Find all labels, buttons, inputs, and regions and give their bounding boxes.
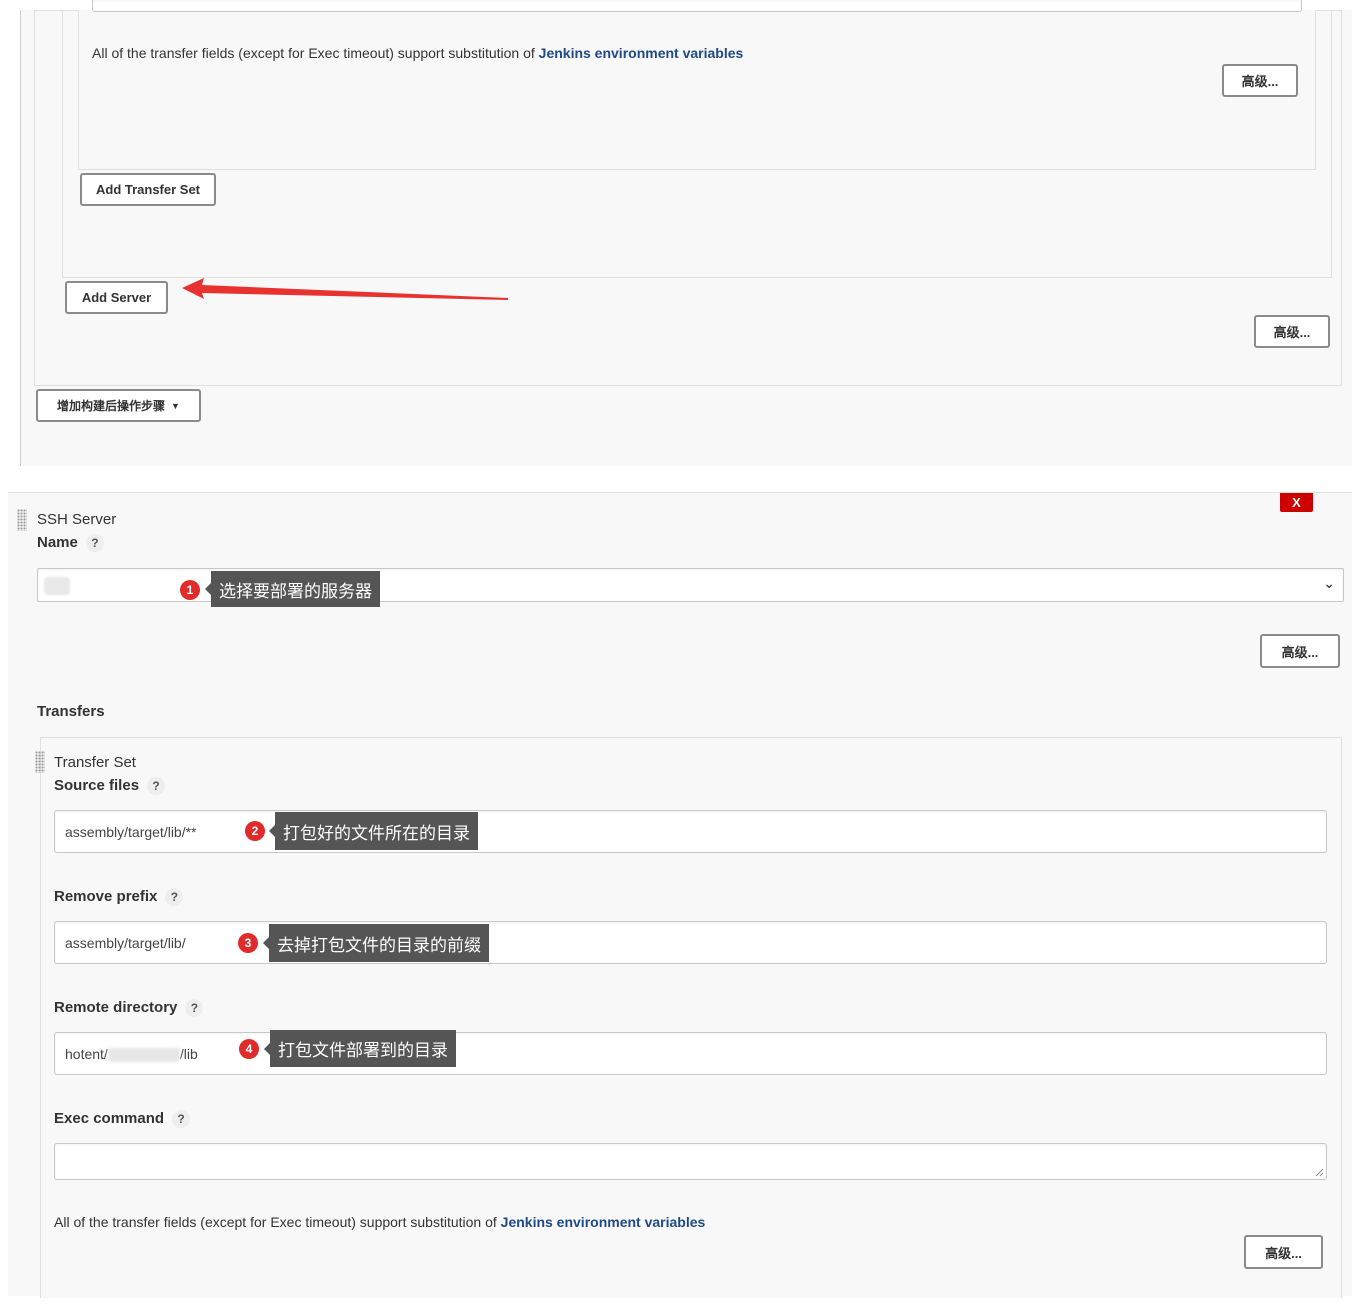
remote-directory-value-start: hotent/ bbox=[65, 1045, 108, 1062]
annotation-tooltip-2: 打包好的文件所在的目录 bbox=[269, 812, 478, 850]
jenkins-env-variables-link[interactable]: Jenkins environment variables bbox=[539, 45, 744, 61]
exec-command-textarea[interactable] bbox=[54, 1143, 1327, 1180]
transfer-drag-handle-icon[interactable] bbox=[35, 751, 45, 773]
advanced-button[interactable]: 高级... bbox=[1222, 64, 1298, 97]
red-arrow-annotation bbox=[182, 278, 508, 300]
annotation-badge-3: 3 bbox=[238, 933, 258, 953]
exec-command-field-partial[interactable] bbox=[92, 0, 1302, 12]
variables-note: All of the transfer fields (except for E… bbox=[92, 45, 743, 61]
jenkins-env-variables-link-2[interactable]: Jenkins environment variables bbox=[501, 1214, 706, 1230]
annotation-badge-4: 4 bbox=[239, 1039, 259, 1059]
chevron-down-icon: ⌄ bbox=[1323, 575, 1335, 591]
transfers-heading: Transfers bbox=[37, 703, 105, 720]
add-post-build-step-label: 增加构建后操作步骤 bbox=[57, 399, 166, 413]
transfer-set-title: Transfer Set bbox=[54, 754, 136, 771]
annotation-tooltip-3: 去掉打包文件的目录的前缀 bbox=[263, 924, 489, 962]
delete-server-button[interactable]: X bbox=[1280, 493, 1313, 512]
transfer-variables-note-text: All of the transfer fields (except for E… bbox=[54, 1214, 501, 1230]
caret-down-icon: ▼ bbox=[171, 400, 180, 411]
source-files-label: Source files? bbox=[54, 777, 166, 796]
help-icon[interactable]: ? bbox=[165, 888, 184, 907]
help-icon[interactable]: ? bbox=[172, 1110, 191, 1129]
transfer-variables-note: All of the transfer fields (except for E… bbox=[54, 1214, 705, 1230]
resize-handle-icon[interactable] bbox=[1314, 1167, 1324, 1177]
remote-directory-label: Remote directory? bbox=[54, 999, 204, 1018]
name-label-text: Name bbox=[37, 534, 78, 551]
annotation-badge-1: 1 bbox=[180, 580, 200, 600]
name-label: Name? bbox=[37, 534, 104, 553]
variables-note-text: All of the transfer fields (except for E… bbox=[92, 45, 539, 61]
remove-prefix-label-text: Remove prefix bbox=[54, 888, 158, 905]
exec-command-label: Exec command? bbox=[54, 1110, 191, 1129]
server-advanced-button[interactable]: 高级... bbox=[1260, 634, 1340, 668]
remote-directory-value-end: /lib bbox=[179, 1045, 198, 1062]
help-icon[interactable]: ? bbox=[185, 999, 204, 1018]
annotation-tooltip-4: 打包文件部署到的目录 bbox=[264, 1030, 456, 1067]
transfer-set-box bbox=[78, 10, 1316, 170]
remote-directory-value: hotent/ /lib bbox=[65, 1045, 198, 1062]
redacted-path-segment bbox=[107, 1047, 180, 1062]
annotation-tooltip-1: 选择要部署的服务器 bbox=[205, 571, 380, 607]
ssh-server-title: SSH Server bbox=[37, 511, 117, 528]
add-post-build-step-button[interactable]: 增加构建后操作步骤 ▼ bbox=[36, 389, 201, 422]
remote-directory-label-text: Remote directory bbox=[54, 999, 178, 1016]
add-transfer-set-button[interactable]: Add Transfer Set bbox=[80, 173, 216, 206]
remove-prefix-label: Remove prefix? bbox=[54, 888, 184, 907]
annotation-badge-2: 2 bbox=[245, 821, 265, 841]
help-icon[interactable]: ? bbox=[85, 534, 104, 553]
advanced-button-2[interactable]: 高级... bbox=[1254, 315, 1330, 348]
add-server-button[interactable]: Add Server bbox=[65, 281, 168, 314]
transfer-advanced-button[interactable]: 高级... bbox=[1244, 1235, 1323, 1269]
source-files-value: assembly/target/lib/** bbox=[65, 823, 197, 840]
remove-prefix-value: assembly/target/lib/ bbox=[65, 934, 186, 951]
source-files-label-text: Source files bbox=[54, 777, 140, 794]
help-icon[interactable]: ? bbox=[147, 777, 166, 796]
redacted-server-name bbox=[44, 577, 70, 595]
drag-handle-icon[interactable] bbox=[17, 509, 27, 531]
exec-command-label-text: Exec command bbox=[54, 1110, 165, 1127]
